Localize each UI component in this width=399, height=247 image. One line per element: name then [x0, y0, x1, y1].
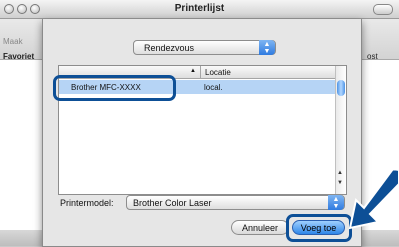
popup-arrows-icon: ▲ ▼ — [259, 40, 275, 55]
connection-type-popup[interactable]: Rendezvous ▲ ▼ — [133, 40, 276, 55]
scrollbar-thumb[interactable] — [337, 80, 345, 96]
window-titlebar: Printerlijst — [0, 0, 399, 19]
printer-location-cell: local. — [204, 83, 223, 92]
location-column-header[interactable]: Locatie — [200, 66, 336, 79]
toolbar-toggle-icon[interactable] — [373, 4, 393, 15]
pointer-arrow-icon — [348, 170, 399, 230]
printer-highlight-outline — [53, 75, 176, 101]
printer-model-label: Printermodel: — [60, 198, 114, 208]
cancel-button[interactable]: Annuleer — [231, 220, 289, 235]
connection-type-value: Rendezvous — [144, 43, 195, 53]
printer-model-value: Brother Color Laser — [133, 198, 212, 208]
sort-ascending-icon: ▲ — [190, 68, 196, 74]
toolbar-add-label[interactable]: Maak — [3, 37, 23, 46]
printer-model-popup[interactable]: Brother Color Laser ▲ ▼ — [126, 195, 345, 210]
window-title: Printerlijst — [174, 3, 225, 14]
